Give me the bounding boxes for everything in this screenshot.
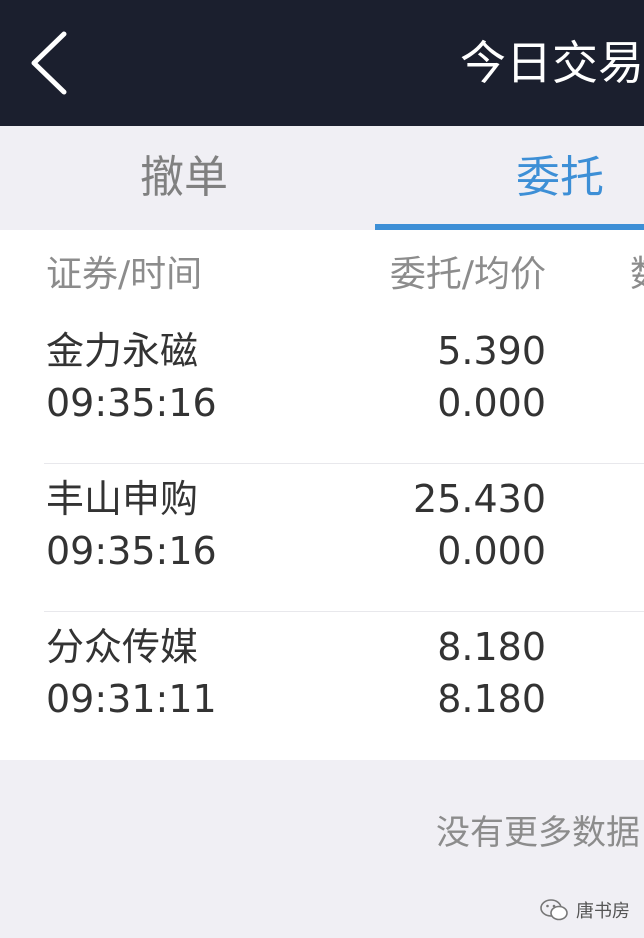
- table-row[interactable]: 丰山申购 09:35:16 25.430 0.000: [0, 464, 644, 612]
- tab-bar: 撤单 委托: [0, 126, 644, 230]
- order-price: 5.390: [437, 329, 546, 373]
- average-price: 8.180: [437, 677, 546, 721]
- no-more-data-label: 没有更多数据: [436, 813, 640, 853]
- page-title: 今日交易: [460, 36, 644, 90]
- average-price: 0.000: [437, 529, 546, 573]
- table-row[interactable]: 金力永磁 09:35:16 5.390 0.000: [0, 316, 644, 464]
- security-name: 分众传媒: [46, 625, 199, 669]
- back-button[interactable]: [22, 28, 78, 98]
- orders-table: 证券/时间 委托/均价 数 金力永磁 09:35:16 5.390 0.000 …: [0, 230, 644, 760]
- order-price: 25.430: [413, 477, 546, 521]
- column-header-price-avg: 委托/均价: [389, 254, 546, 295]
- table-row[interactable]: 分众传媒 09:31:11 8.180 8.180: [0, 612, 644, 760]
- average-price: 0.000: [437, 381, 546, 425]
- watermark: 唐书房: [540, 895, 630, 925]
- security-name: 金力永磁: [46, 329, 199, 373]
- security-name: 丰山申购: [46, 477, 199, 521]
- tab-cancel-order[interactable]: 撤单: [140, 126, 228, 230]
- column-header-quantity: 数: [630, 250, 644, 300]
- order-price: 8.180: [437, 625, 546, 669]
- order-time: 09:35:16: [46, 381, 217, 425]
- order-time: 09:35:16: [46, 529, 217, 573]
- tab-orders[interactable]: 委托: [516, 126, 604, 230]
- order-time: 09:31:11: [46, 677, 217, 721]
- watermark-text: 唐书房: [576, 901, 630, 922]
- top-nav-bar: 今日交易: [0, 0, 644, 126]
- wechat-icon: [540, 899, 568, 921]
- chevron-left-icon: [31, 31, 67, 95]
- column-header-security-time: 证券/时间: [46, 254, 203, 295]
